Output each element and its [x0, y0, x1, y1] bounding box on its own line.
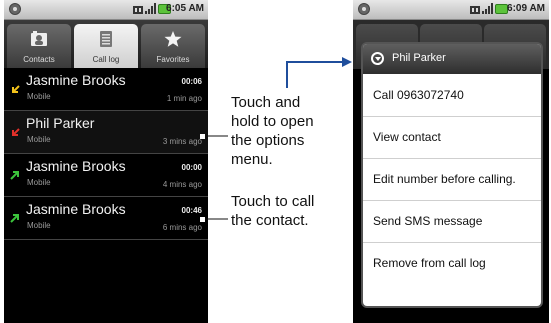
menu-item-send-sms[interactable]: Send SMS message: [363, 201, 541, 243]
number-type: Mobile: [27, 178, 51, 187]
menu-item-view-contact[interactable]: View contact: [363, 117, 541, 159]
contact-name: Jasmine Brooks: [26, 201, 126, 217]
status-bar: 6:05 AM: [4, 0, 208, 20]
arrow-head-icon: [342, 57, 352, 67]
call-log-icon: [100, 31, 112, 47]
menu-item-call[interactable]: Call 0963072740: [363, 75, 541, 117]
call-time-ago: 1 min ago: [166, 94, 202, 103]
status-time: 6:09 AM: [507, 3, 545, 14]
menu-item-label: Edit number before calling.: [373, 172, 516, 186]
notification-icon: [9, 3, 21, 15]
number-type: Mobile: [27, 92, 51, 101]
status-time: 6:05 AM: [166, 3, 204, 14]
contacts-icon: [31, 31, 47, 46]
menu-item-label: Send SMS message: [373, 214, 483, 228]
callout-pointer-dot: [200, 217, 205, 222]
callout-line: Touch and: [231, 94, 301, 111]
missed-call-arrow-icon: [12, 128, 20, 136]
contact-name: Jasmine Brooks: [26, 158, 126, 174]
left-phone-screen: 6:05 AM Contacts Call log Favorites Jasm…: [4, 0, 208, 323]
callout-line: the contact.: [231, 212, 309, 229]
data-signal-icon: [133, 6, 143, 14]
menu-item-label: Remove from call log: [373, 256, 486, 270]
contact-name: Phil Parker: [26, 115, 95, 131]
callout-hold-text: Touch and hold to open the options menu.: [231, 93, 314, 169]
call-time-ago: 3 mins ago: [162, 137, 202, 146]
menu-item-label: View contact: [373, 130, 441, 144]
notification-icon: [358, 3, 370, 15]
missed-call-arrow-icon: [12, 85, 20, 93]
number-type: Mobile: [27, 135, 51, 144]
options-menu: Phil Parker Call 0963072740 View contact…: [363, 44, 541, 306]
signal-strength-icon: [482, 3, 493, 14]
signal-strength-icon: [145, 3, 156, 14]
call-duration: 00:46: [181, 206, 202, 215]
call-log-item[interactable]: Jasmine Brooks Mobile 00:46 6 mins ago: [4, 197, 208, 240]
menu-title: Phil Parker: [392, 52, 446, 64]
call-log-item[interactable]: Jasmine Brooks Mobile 00:06 1 min ago: [4, 68, 208, 111]
call-log-item[interactable]: Phil Parker Mobile 3 mins ago: [4, 111, 208, 154]
menu-item-remove-from-log[interactable]: Remove from call log: [363, 243, 541, 285]
callout-pointer-dot: [200, 134, 205, 139]
callout-line: Touch to call: [231, 193, 315, 210]
tab-call-log[interactable]: Call log: [74, 24, 138, 68]
tab-favorites[interactable]: Favorites: [141, 24, 205, 68]
tab-contacts[interactable]: Contacts: [7, 24, 71, 68]
data-signal-icon: [470, 6, 480, 14]
star-icon: [164, 31, 182, 47]
callout-touch-text: Touch to call the contact.: [231, 192, 314, 230]
call-time-ago: 4 mins ago: [162, 180, 202, 189]
call-log-item[interactable]: Jasmine Brooks Mobile 00:00 4 mins ago: [4, 154, 208, 197]
call-time-ago: 6 mins ago: [162, 223, 202, 232]
status-bar: 6:09 AM: [353, 0, 549, 20]
menu-item-label: Call 0963072740: [373, 88, 464, 102]
tab-bar: Contacts Call log Favorites: [4, 20, 208, 68]
pointer-arrow-line: [286, 61, 345, 88]
outgoing-call-arrow-icon: [10, 214, 19, 223]
contact-name: Jasmine Brooks: [26, 72, 126, 88]
callout-line: menu.: [231, 151, 273, 168]
callout-line: hold to open: [231, 113, 314, 130]
tab-label: Call log: [92, 55, 120, 64]
number-type: Mobile: [27, 221, 51, 230]
menu-header: Phil Parker: [363, 44, 541, 74]
tab-label: Favorites: [156, 55, 190, 64]
menu-item-edit-number[interactable]: Edit number before calling.: [363, 159, 541, 201]
right-phone-screen: 6:09 AM Phil Parker Call 0963072740 View…: [353, 0, 549, 323]
call-duration: 00:00: [181, 163, 202, 172]
menu-dropdown-icon: [371, 52, 384, 65]
outgoing-call-arrow-icon: [10, 171, 19, 180]
tab-label: Contacts: [23, 55, 55, 64]
callout-line: the options: [231, 132, 305, 149]
call-duration: 00:06: [181, 77, 202, 86]
